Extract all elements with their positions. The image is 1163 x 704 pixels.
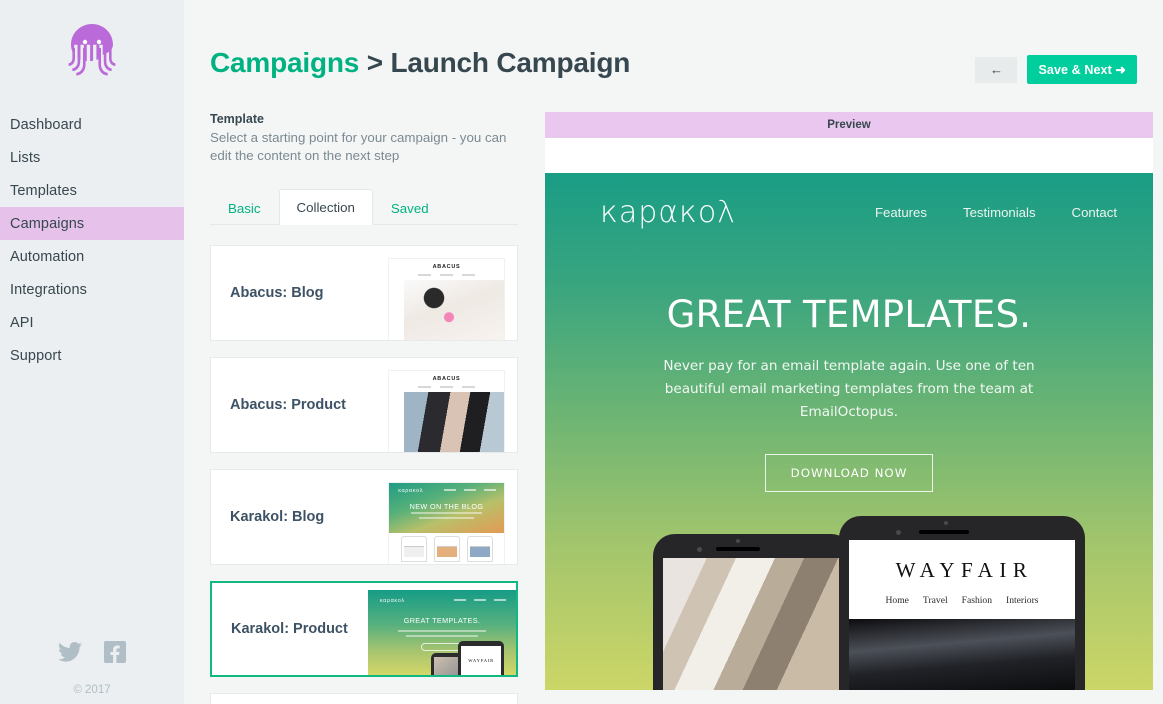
template-tabs: Basic Collection Saved (210, 188, 518, 225)
template-card-karakol-blog[interactable]: Karakol: Blog καρακoλ NEW ON THE BLOG (210, 469, 518, 565)
thumb-abacus-logo: ABACUS (432, 263, 461, 270)
template-section-description: Select a starting point for your campaig… (210, 130, 507, 163)
preview-nav-contact[interactable]: Contact (1072, 205, 1117, 220)
template-name: Karakol: Blog (230, 509, 325, 525)
template-name: Abacus: Blog (230, 285, 324, 301)
sidebar-item-automation[interactable]: Automation (0, 240, 184, 273)
tab-collection[interactable]: Collection (278, 189, 373, 225)
sidebar-item-label: Lists (10, 149, 41, 166)
template-name: Karakol: Product (231, 621, 348, 637)
preview-bar: Preview (545, 112, 1153, 138)
template-card-karakol-product[interactable]: Karakol: Product καρακoλ GREAT TEMPLATES… (210, 581, 518, 677)
thumb-abacus-logo: ABACUS (432, 375, 461, 382)
breadcrumb-parent[interactable]: Campaigns (210, 47, 359, 78)
main-content: Campaigns > Launch Campaign ← Save & Nex… (184, 0, 1163, 704)
sidebar-item-dashboard[interactable]: Dashboard (0, 108, 184, 141)
copyright: © 2017 (73, 684, 111, 696)
sidebar-item-integrations[interactable]: Integrations (0, 273, 184, 306)
preview-hero: κарακoλ Features Testimonials Contact GR… (545, 173, 1153, 690)
preview-bar-label: Preview (827, 119, 871, 131)
content-columns: Template Select a starting point for you… (184, 112, 1153, 704)
template-card-wayfair-blog[interactable]: Wayfair: Blog (210, 693, 518, 704)
sidebar-item-label: API (10, 314, 34, 331)
sidebar-item-label: Automation (10, 248, 85, 265)
thumb-karakol-logo: καρακoλ (398, 487, 424, 494)
preview-nav-features[interactable]: Features (875, 205, 927, 220)
preview-phone-mockups: WAYFAIR Home Travel Fashion Interiors (545, 516, 1153, 690)
wayfair-nav-fashion[interactable]: Fashion (962, 595, 992, 606)
sidebar-item-label: Dashboard (10, 116, 82, 133)
sidebar-item-label: Campaigns (10, 215, 85, 232)
thumb-wayfair-brand: WAYFAIR (461, 646, 502, 675)
template-picker: Template Select a starting point for you… (210, 112, 518, 704)
facebook-link[interactable] (104, 641, 126, 668)
template-list: Abacus: Blog ABACUS Abacus: Product ABAC… (210, 245, 518, 704)
twitter-link[interactable] (58, 642, 82, 667)
save-and-next-button[interactable]: Save & Next ➜ (1027, 55, 1137, 84)
sidebar-nav: Dashboard Lists Templates Campaigns Auto… (0, 108, 184, 372)
template-thumbnail: ABACUS (388, 258, 505, 340)
sidebar-item-label: Templates (10, 182, 77, 199)
social-links (0, 641, 184, 668)
template-section-heading: Template (210, 112, 264, 126)
thumb-karakol-product-headline: GREAT TEMPLATES. (403, 615, 481, 625)
phone-right-screen: WAYFAIR Home Travel Fashion Interiors (849, 540, 1075, 690)
wayfair-nav-interiors[interactable]: Interiors (1006, 595, 1039, 606)
back-button[interactable]: ← (975, 56, 1018, 83)
download-now-button[interactable]: DOWNLOAD NOW (765, 454, 933, 492)
app-root: Dashboard Lists Templates Campaigns Auto… (0, 0, 1163, 704)
wayfair-nav-travel[interactable]: Travel (923, 595, 948, 606)
preview-panel: Preview κарακoλ Features Testimonials Co… (545, 112, 1153, 704)
tab-saved[interactable]: Saved (373, 190, 447, 225)
sidebar-item-lists[interactable]: Lists (0, 141, 184, 174)
template-card-abacus-product[interactable]: Abacus: Product ABACUS (210, 357, 518, 453)
preview-body: κарακoλ Features Testimonials Contact GR… (545, 138, 1153, 690)
sidebar-item-label: Support (10, 347, 62, 364)
brand-logo[interactable] (0, 0, 184, 92)
page-title: Campaigns > Launch Campaign (210, 47, 630, 79)
wayfair-nav: Home Travel Fashion Interiors (849, 583, 1075, 619)
sidebar: Dashboard Lists Templates Campaigns Auto… (0, 0, 184, 704)
phone-mockup-left (653, 534, 853, 690)
octopus-logo-icon (68, 24, 116, 76)
tab-basic[interactable]: Basic (210, 190, 279, 225)
wayfair-brand: WAYFAIR (895, 558, 1034, 582)
preview-headline: GREAT TEMPLATES. (666, 293, 1032, 336)
twitter-icon (58, 642, 82, 662)
facebook-icon (104, 641, 126, 663)
wayfair-hero-photo (849, 619, 1075, 690)
preview-lede: Never pay for an email template again. U… (663, 358, 1035, 420)
preview-logo[interactable]: κарακoλ (600, 195, 736, 230)
thumb-karakol-logo: καρακoλ (379, 597, 405, 604)
preview-nav-testimonials[interactable]: Testimonials (963, 205, 1036, 220)
template-card-abacus-blog[interactable]: Abacus: Blog ABACUS (210, 245, 518, 341)
phone-mockup-right: WAYFAIR Home Travel Fashion Interiors (839, 516, 1085, 690)
sidebar-item-label: Integrations (10, 281, 87, 298)
breadcrumb-current: Launch Campaign (390, 47, 631, 78)
sidebar-item-templates[interactable]: Templates (0, 174, 184, 207)
sidebar-item-support[interactable]: Support (0, 339, 184, 372)
template-thumbnail: ABACUS (388, 370, 505, 452)
header-actions: ← Save & Next ➜ (975, 47, 1143, 84)
preview-topnav: κарακoλ Features Testimonials Contact (545, 173, 1153, 230)
page-header: Campaigns > Launch Campaign ← Save & Nex… (184, 0, 1153, 84)
preview-nav: Features Testimonials Contact (875, 205, 1117, 220)
sidebar-item-api[interactable]: API (0, 306, 184, 339)
room-photo (663, 558, 843, 690)
phone-left-screen (663, 558, 843, 690)
breadcrumb-separator: > (359, 47, 391, 78)
template-thumbnail: καρακoλ GREAT TEMPLATES. WAYFAIR (368, 590, 516, 675)
sidebar-item-campaigns[interactable]: Campaigns (0, 207, 184, 240)
template-name: Abacus: Product (230, 397, 347, 413)
wayfair-nav-home[interactable]: Home (885, 595, 908, 606)
template-thumbnail: καρακoλ NEW ON THE BLOG (388, 482, 505, 564)
